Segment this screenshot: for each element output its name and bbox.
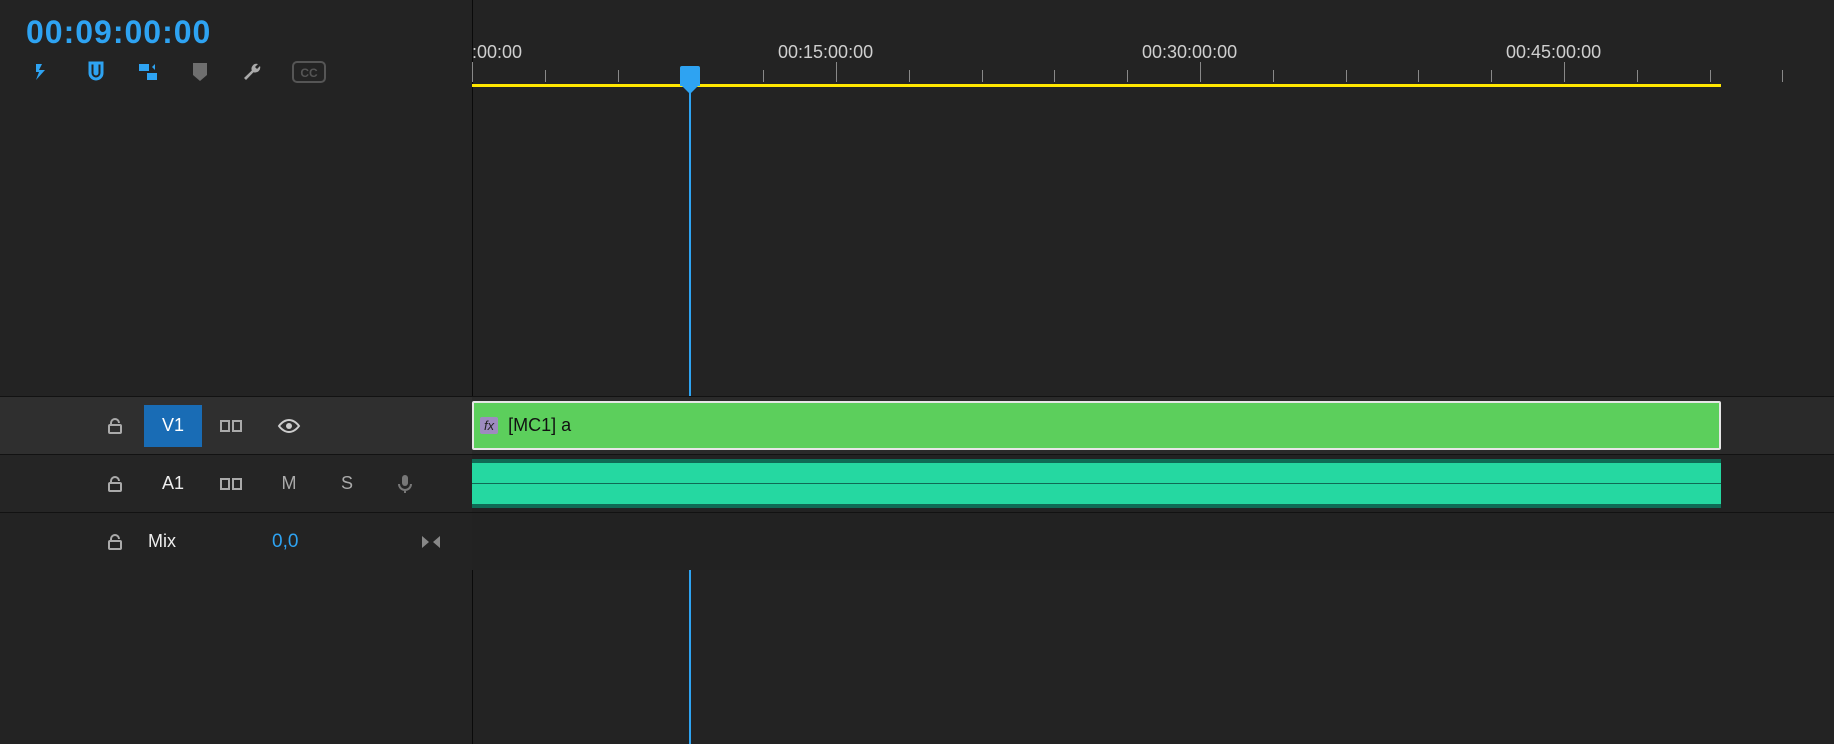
svg-text:CC: CC <box>300 66 318 80</box>
video-track-header: V1 <box>0 396 472 454</box>
track-target-v1[interactable]: V1 <box>144 405 202 447</box>
track-header-column: V1 A1 M S Mix 0,0 <box>0 396 472 570</box>
mix-track-label: Mix <box>144 521 202 563</box>
audio-track-header: A1 M S <box>0 454 472 512</box>
video-track-lane[interactable]: fx [MC1] a <box>472 396 1834 454</box>
track-target-a1[interactable]: A1 <box>144 463 202 505</box>
eye-icon[interactable] <box>260 405 318 447</box>
mute-button[interactable]: M <box>260 463 318 505</box>
ruler-label: 00:45:00:00 <box>1506 42 1601 63</box>
lock-icon[interactable] <box>86 463 144 505</box>
ruler-label: 00:30:00:00 <box>1142 42 1237 63</box>
lock-icon[interactable] <box>86 405 144 447</box>
timeline-header: 00:09:00:00 CC <box>0 0 472 96</box>
audio-track-lane[interactable]: fx <box>472 454 1834 512</box>
lock-icon[interactable] <box>86 521 144 563</box>
mix-track-header: Mix 0,0 <box>0 512 472 570</box>
ruler-label: :00:00 <box>472 42 522 63</box>
captions-icon[interactable]: CC <box>292 60 326 84</box>
audio-clip[interactable]: fx <box>472 459 1721 508</box>
wrench-icon[interactable] <box>240 60 264 84</box>
sync-lock-icon[interactable] <box>202 463 260 505</box>
solo-button[interactable]: S <box>318 463 376 505</box>
time-ruler[interactable]: :00:00 00:15:00:00 00:30:00:00 00:45:00:… <box>472 0 1834 96</box>
sync-lock-icon[interactable] <box>202 405 260 447</box>
panel-divider <box>472 0 473 744</box>
ruler-label: 00:15:00:00 <box>778 42 873 63</box>
current-timecode[interactable]: 00:09:00:00 <box>26 14 211 51</box>
waveform <box>472 484 1721 504</box>
playhead-handle[interactable] <box>680 66 700 86</box>
magnet-icon[interactable] <box>84 60 108 84</box>
mix-volume-value[interactable]: 0,0 <box>272 531 298 553</box>
timeline-tools: CC <box>32 60 326 84</box>
voiceover-mic-icon[interactable] <box>376 463 434 505</box>
work-area-bar[interactable] <box>472 84 1721 87</box>
insert-overwrite-icon[interactable] <box>32 60 56 84</box>
marker-icon[interactable] <box>188 60 212 84</box>
expand-icon[interactable] <box>402 521 460 563</box>
video-clip[interactable]: fx [MC1] a <box>472 401 1721 450</box>
fx-badge[interactable]: fx <box>480 417 498 434</box>
clip-label: [MC1] a <box>508 415 571 436</box>
linked-selection-icon[interactable] <box>136 60 160 84</box>
timeline-tracks: fx [MC1] a fx <box>472 396 1834 570</box>
mix-track-lane[interactable] <box>472 512 1834 570</box>
waveform <box>472 463 1721 483</box>
